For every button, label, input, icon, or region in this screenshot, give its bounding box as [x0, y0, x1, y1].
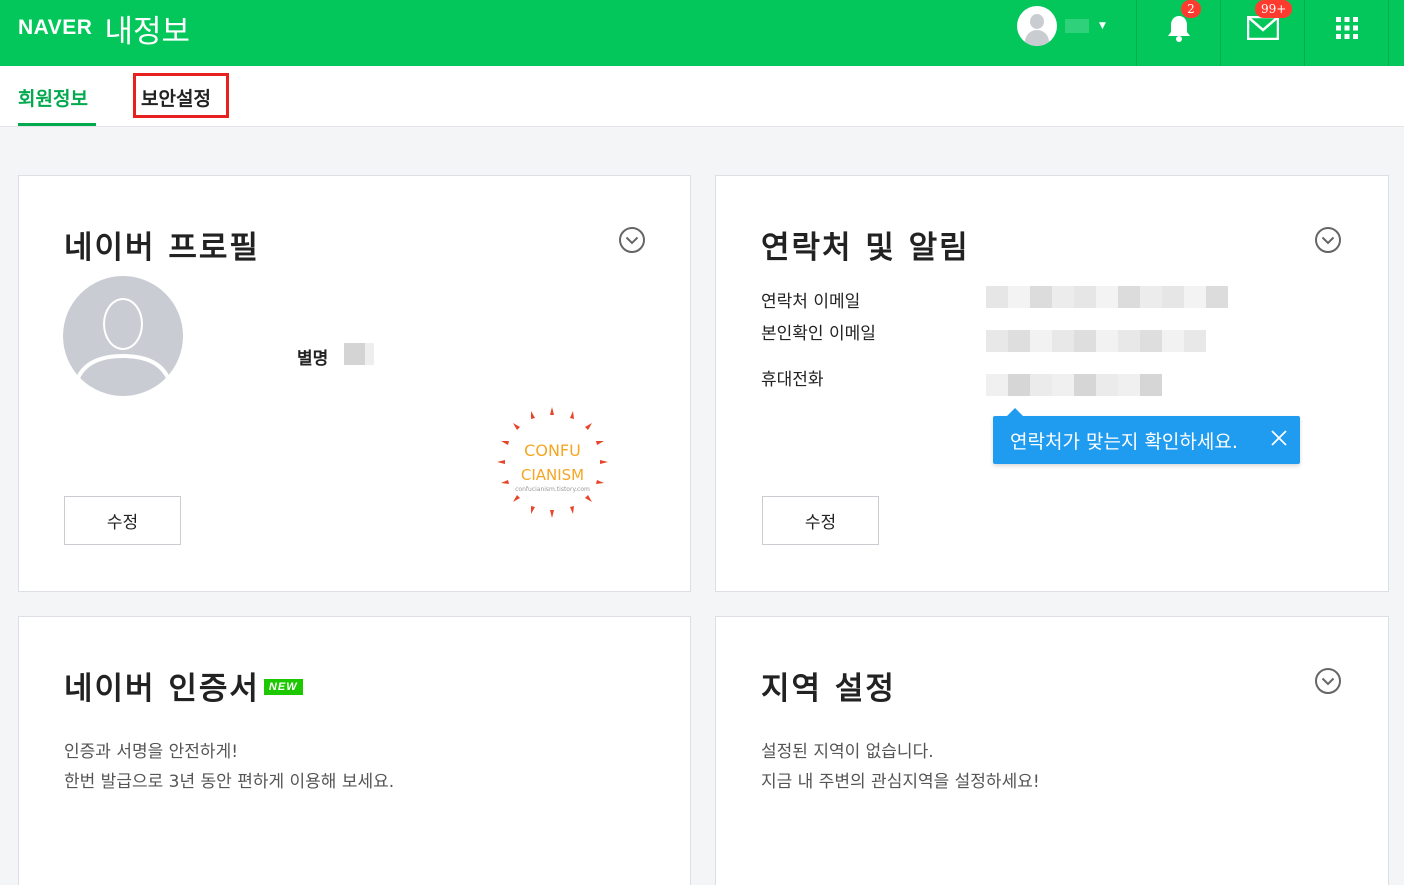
- region-desc-line2: 지금 내 주변의 관심지역을 설정하세요!: [761, 772, 1040, 792]
- user-avatar-icon[interactable]: [1017, 6, 1057, 46]
- profile-avatar[interactable]: [63, 276, 183, 396]
- notification-badge: 2: [1181, 0, 1201, 18]
- highlight-annotation: [133, 73, 229, 118]
- tab-member-info[interactable]: 회원정보: [18, 84, 88, 111]
- phone-redacted: [986, 374, 1162, 396]
- verify-email-label: 본인확인 이메일: [761, 324, 876, 344]
- bell-icon: [1167, 16, 1190, 42]
- stamp-text-1: CONFU: [524, 441, 581, 460]
- mail-badge: 99+: [1255, 0, 1293, 18]
- certificate-desc-line1: 인증과 서명을 안전하게!: [64, 742, 239, 762]
- region-title: 지역 설정: [761, 671, 896, 707]
- contact-email-redacted: [986, 286, 1228, 308]
- region-desc-line1: 설정된 지역이 없습니다.: [761, 742, 934, 762]
- nickname-label: 별명: [297, 349, 329, 369]
- close-icon[interactable]: [1270, 429, 1288, 447]
- contact-edit-button[interactable]: 수정: [762, 496, 879, 545]
- verify-email-redacted: [986, 330, 1206, 352]
- apps-button[interactable]: [1305, 0, 1388, 56]
- contact-title: 연락처 및 알림: [761, 230, 970, 266]
- page-title[interactable]: 내정보: [104, 6, 190, 51]
- tooltip-text: 연락처가 맞는지 확인하세요.: [1010, 430, 1238, 453]
- profile-title: 네이버 프로필: [64, 230, 260, 266]
- certificate-title-row: 네이버 인증서 NEW: [64, 663, 303, 708]
- stamp-url: confucianism.tistory.com: [515, 486, 590, 493]
- notification-button[interactable]: 2: [1137, 0, 1220, 56]
- user-avatar-icon: [73, 298, 173, 388]
- brand[interactable]: NAVER 내정보: [18, 0, 190, 56]
- new-badge: NEW: [263, 678, 303, 695]
- region-card: 지역 설정 설정된 지역이 없습니다. 지금 내 주변의 관심지역을 설정하세요…: [715, 616, 1389, 885]
- nickname-value-redacted: [344, 343, 374, 365]
- certificate-card: 네이버 인증서 NEW 인증과 서명을 안전하게! 한번 발급으로 3년 동안 편…: [18, 616, 691, 885]
- active-tab-indicator: [18, 123, 96, 126]
- chevron-down-circle-icon[interactable]: [618, 226, 646, 254]
- profile-card: 네이버 프로필 별명 수정: [18, 175, 691, 592]
- mail-icon: [1246, 16, 1279, 40]
- region-description: 설정된 지역이 없습니다. 지금 내 주변의 관심지역을 설정하세요!: [761, 737, 1040, 797]
- profile-edit-button[interactable]: 수정: [64, 496, 181, 545]
- chevron-down-circle-icon[interactable]: [1314, 667, 1342, 695]
- user-name-redacted: [1065, 19, 1089, 33]
- header-divider: [1388, 0, 1389, 66]
- verify-contact-tooltip: 연락처가 맞는지 확인하세요.: [993, 408, 1300, 464]
- naver-logo[interactable]: NAVER: [18, 16, 92, 40]
- apps-grid-icon: [1335, 17, 1358, 39]
- user-menu[interactable]: ▼: [1017, 6, 1106, 46]
- certificate-title: 네이버 인증서: [64, 671, 260, 707]
- phone-label: 휴대전화: [761, 370, 824, 390]
- contact-email-label: 연락처 이메일: [761, 292, 861, 312]
- certificate-desc-line2: 한번 발급으로 3년 동안 편하게 이용해 보세요.: [64, 772, 395, 792]
- watermark-stamp: CONFU CIANISM confucianism.tistory.com: [495, 405, 610, 520]
- caret-down-icon[interactable]: ▼: [1099, 21, 1106, 31]
- mail-button[interactable]: 99+: [1221, 0, 1304, 56]
- chevron-down-circle-icon[interactable]: [1314, 226, 1342, 254]
- certificate-description: 인증과 서명을 안전하게! 한번 발급으로 3년 동안 편하게 이용해 보세요.: [64, 737, 394, 797]
- top-header: NAVER 내정보 ▼ 2 99+: [0, 0, 1404, 66]
- contact-card: 연락처 및 알림 연락처 이메일 본인확인 이메일 휴대전화 수정: [715, 175, 1389, 592]
- stamp-text-2: CIANISM: [520, 466, 585, 484]
